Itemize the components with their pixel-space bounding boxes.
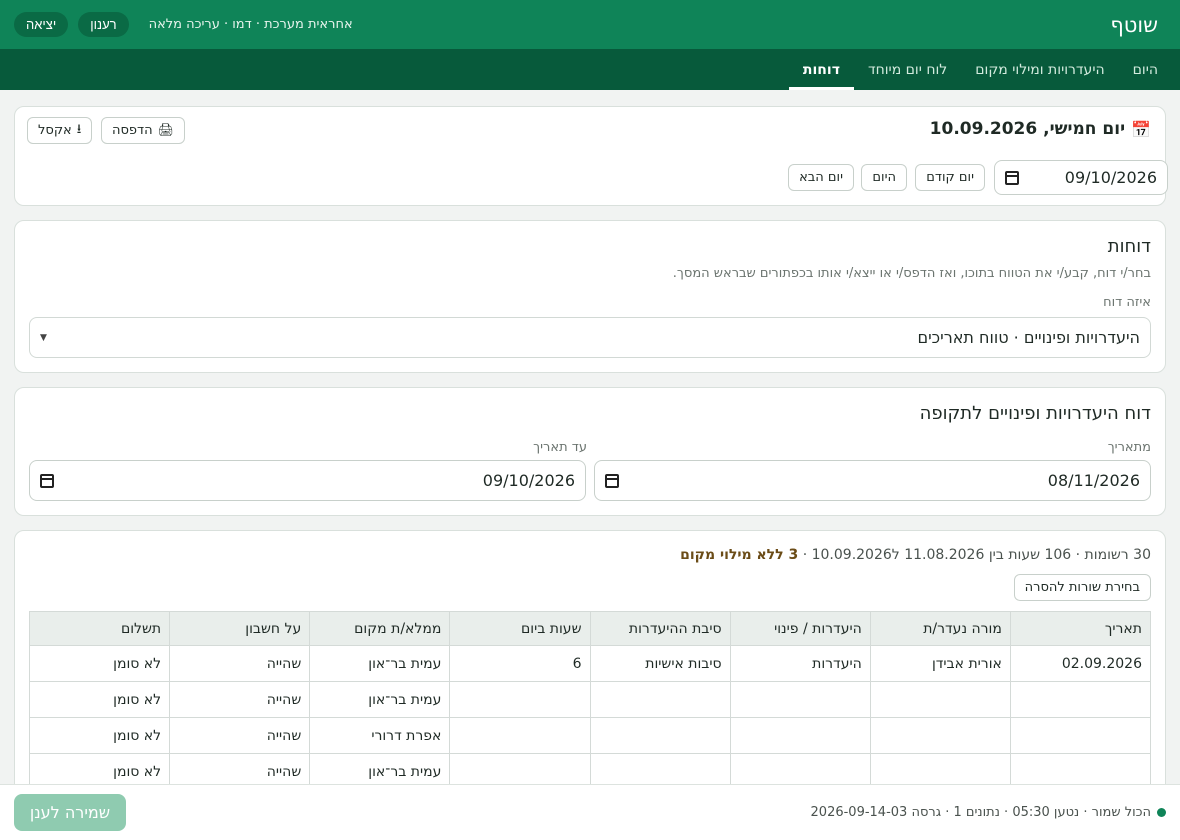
user-info: אחראית מערכת · דמו · עריכה מלאה [148,17,353,32]
next-day-button[interactable]: יום הבא [788,164,854,191]
refresh-button[interactable]: רענון [78,12,129,37]
table-cell: לא סומן [28,645,171,682]
excel-label: אקסל [38,123,72,138]
column-header[interactable]: היעדרות / פינוי [729,611,871,646]
table-cell [869,717,1011,754]
to-date-label: עד תאריך [533,440,587,455]
results-table: תאריך מורה נעדר/ת היעדרות / פינוי סיבת ה… [28,611,1152,790]
user-area: אחראית מערכת · דמו · עריכה מלאה רענון יצ… [14,12,353,37]
day-title-text: יום חמישי, 10.09.2026 [929,119,1126,139]
table-cell [589,717,731,754]
results-summary: 30 רשומות · 106 שעות בין 11.08.2026 ל10.… [680,547,1151,563]
table-cell: היעדרות [729,645,871,682]
table-cell: עמית בר־און [309,645,451,682]
table-cell: עמית בר־און [309,681,451,718]
column-header[interactable]: על חשבון [169,611,311,646]
day-title: 📅 יום חמישי, 10.09.2026 [930,119,1151,139]
logout-button[interactable]: יציאה [14,12,69,37]
top-bar: שוטף אחראית מערכת · דמו · עריכה מלאה רענ… [0,0,1180,49]
calendar-picker-icon[interactable] [1005,170,1019,185]
table-cell: אורית אבידן [869,645,1011,682]
status-dot-icon [1157,808,1166,817]
table-cell [729,681,871,718]
column-header[interactable]: סיבת ההיעדרות [589,611,731,646]
app-brand: שוטף [1110,12,1158,37]
report-selected-value: היעדרויות ופינויים · טווח תאריכים [917,328,1140,347]
range-card: דוח היעדרויות ופינויים לתקופה מתאריך עד … [14,387,1166,516]
table-cell: 6 [449,645,591,682]
print-button[interactable]: 🖨 הדפסה [101,117,186,144]
table-cell: שהייה [169,717,311,754]
reports-card: דוחות בחר/י דוח, קבע/י את הטווח בתוכו, ו… [14,220,1166,373]
footer-bar: הכול שמור · נטען 05:30 · נתונים 1 · גרסה… [0,784,1180,840]
table-cell: שהייה [169,681,311,718]
tab-absences[interactable]: היעדרויות ומילוי מקום [961,49,1118,90]
table-cell [869,681,1011,718]
summary-text: 30 רשומות · 106 שעות בין 11.08.2026 ל10.… [798,547,1151,563]
day-date-value: 09/10/2026 [1064,168,1157,187]
prev-day-button[interactable]: יום קודם [915,164,985,191]
column-header[interactable]: שעות ביום [449,611,591,646]
dropdown-caret-icon: ▼ [40,332,47,343]
from-date-input[interactable]: 08/11/2026 [594,460,1151,501]
select-rows-button[interactable]: בחירת שורות להסרה [1013,574,1151,601]
from-date-label: מתאריך [1107,440,1151,455]
to-date-input[interactable]: 09/10/2026 [29,460,586,501]
table-cell [1009,681,1152,718]
range-title: דוח היעדרויות ופינויים לתקופה [919,403,1151,424]
day-date-input[interactable]: 09/10/2026 [994,160,1168,195]
table-cell: אפרת דרורי [309,717,451,754]
from-date-value: 08/11/2026 [1047,471,1140,490]
table-cell: שהייה [169,645,311,682]
download-icon: ⭳ [76,121,82,137]
table-cell [449,681,591,718]
calendar-picker-icon[interactable] [605,473,619,488]
calendar-icon: 📅 [1131,119,1151,139]
tab-reports[interactable]: דוחות [788,49,854,90]
table-cell [1009,717,1152,754]
table-cell: 02.09.2026 [1009,645,1152,682]
print-label: הדפסה [112,123,153,138]
save-to-cloud-button[interactable]: שמירה לענן [14,794,126,831]
no-substitute-warning: 3 ללא מילוי מקום [680,547,799,563]
table-row[interactable]: 02.09.2026 אורית אבידן היעדרות סיבות איש… [28,645,1152,682]
table-cell: סיבות אישיות [589,645,731,682]
excel-button[interactable]: ⭳ אקסל [27,117,93,144]
table-cell [589,681,731,718]
reports-hint: בחר/י דוח, קבע/י את הטווח בתוכו, ואז הדפ… [672,266,1151,281]
table-row[interactable]: עמית בר־און שהייה לא סומן [28,681,1152,718]
table-cell: לא סומן [28,717,171,754]
report-select-label: איזה דוח [1103,295,1151,310]
printer-icon: 🖨 [157,123,175,138]
column-header[interactable]: ממלא/ת מקום [309,611,451,646]
reports-title: דוחות [1107,236,1151,257]
calendar-picker-icon[interactable] [40,473,54,488]
table-header-row: תאריך מורה נעדר/ת היעדרות / פינוי סיבת ה… [28,611,1152,646]
tab-today[interactable]: היום [1119,49,1172,90]
table-cell [449,717,591,754]
column-header[interactable]: מורה נעדר/ת [869,611,1011,646]
table-cell [729,717,871,754]
main-nav: היום היעדרויות ומילוי מקום לוח יום מיוחד… [0,49,1180,90]
today-button[interactable]: היום [861,164,907,191]
report-select[interactable]: היעדרויות ופינויים · טווח תאריכים ▼ [29,317,1151,358]
table-row[interactable]: אפרת דרורי שהייה לא סומן [28,717,1152,754]
results-table-wrap: תאריך מורה נעדר/ת היעדרות / פינוי סיבת ה… [28,611,1152,790]
column-header[interactable]: תאריך [1009,611,1152,646]
day-bar-card: 📅 יום חמישי, 10.09.2026 🖨 הדפסה ⭳ אקסל 0… [14,106,1168,206]
tab-special-day[interactable]: לוח יום מיוחד [854,49,961,90]
save-status: הכול שמור · נטען 05:30 · נתונים 1 · גרסה… [811,805,1166,820]
save-status-text: הכול שמור · נטען 05:30 · נתונים 1 · גרסה… [810,805,1151,820]
table-cell: לא סומן [28,681,171,718]
column-header[interactable]: תשלום [28,611,171,646]
to-date-value: 09/10/2026 [482,471,575,490]
